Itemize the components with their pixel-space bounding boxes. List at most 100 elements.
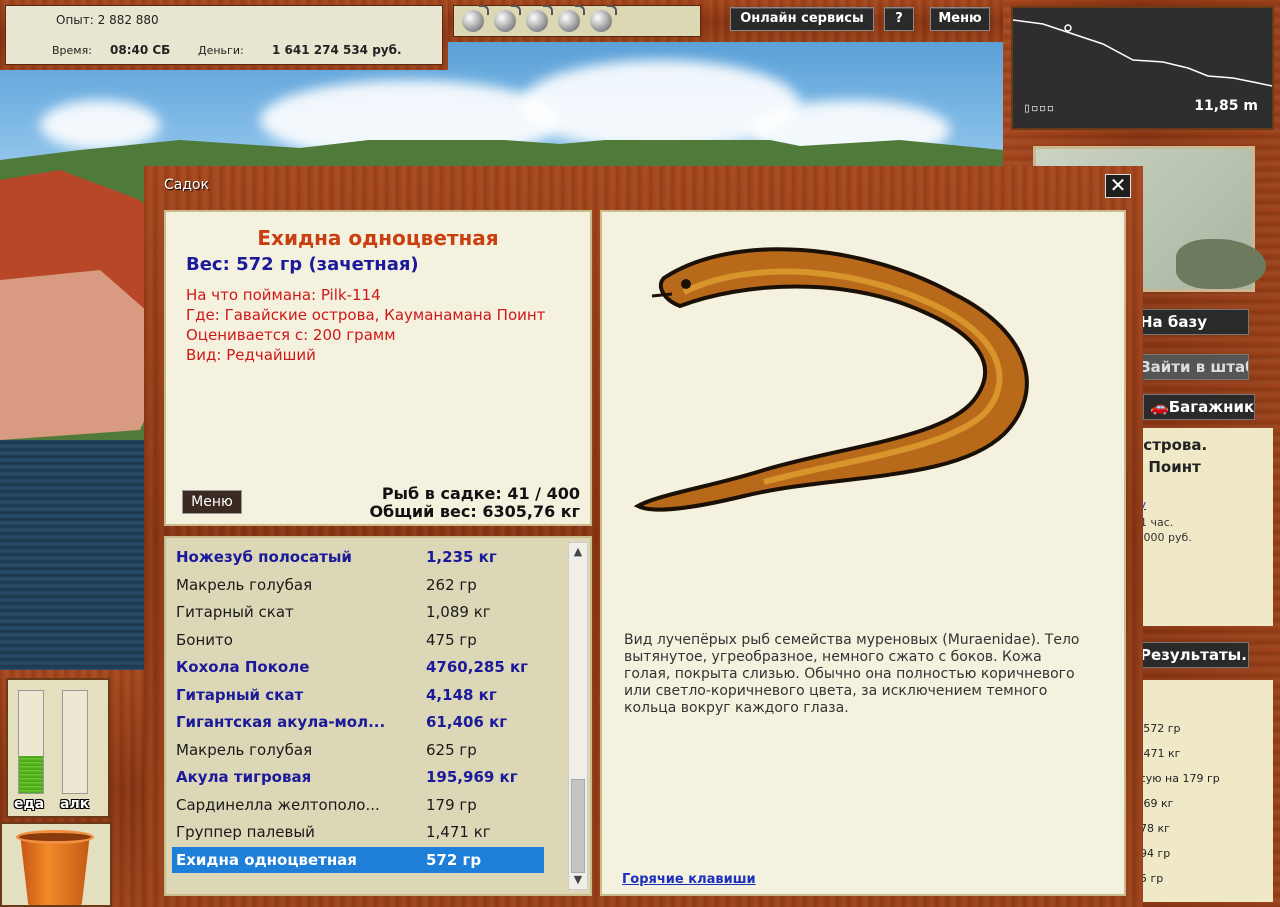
fish-list-row[interactable]: Гитарный скат 1,089 кг — [172, 599, 544, 625]
alcohol-meter — [62, 690, 88, 794]
catch-log-line: 894 гр — [1133, 847, 1171, 860]
fish-list: Ножезуб полосатый 1,235 кг Макрель голубая… — [164, 536, 592, 896]
info-small-2: 0 000 руб. — [1133, 531, 1192, 544]
fish-row-name: Макрель голубая — [176, 575, 313, 594]
hotkeys-link[interactable]: Горячие клавиши — [622, 872, 756, 887]
fish-row-weight: 179 гр — [426, 795, 477, 814]
status-meters: еда алк — [6, 678, 110, 818]
money-label: Деньги: — [198, 44, 244, 57]
fish-list-row[interactable]: Сардинелла желтополо... 179 гр — [172, 792, 544, 818]
results-button[interactable]: Результаты... — [1133, 642, 1249, 668]
fish-row-name: Бонито — [176, 630, 233, 649]
enter-hq-button[interactable]: Зайти в штаб — [1133, 354, 1249, 380]
depth-value: 11,85 m — [1194, 98, 1258, 114]
fish-row-weight: 195,969 кг — [426, 768, 518, 786]
fish-row-weight: 1,089 кг — [426, 603, 491, 621]
fish-row-name: Ехидна одноцветная — [176, 850, 357, 869]
trunk-button[interactable]: 🚗Багажник — [1143, 394, 1255, 420]
catch-log-line: 078 кг — [1133, 822, 1170, 835]
food-meter — [18, 690, 44, 794]
fish-row-name: Гигантская акула-мол... — [176, 713, 386, 731]
fish-row-name: Гитарный скат — [176, 603, 294, 621]
rarity: Вид: Редчайший — [186, 346, 316, 364]
caught-with: На что поймана: Pilk-114 — [186, 286, 381, 304]
fish-list-row[interactable]: Акула тигровая 195,969 кг — [172, 764, 544, 790]
food-label: еда — [14, 796, 45, 812]
catch-log: а 572 гр 1,471 кг осую на 179 гр ,969 кг 078… — [1133, 680, 1273, 902]
lure-icon[interactable] — [494, 5, 521, 32]
fish-info-panel: Ехидна одноцветная Вес: 572 гр (зачетная… — [164, 210, 592, 526]
time-label: Время: — [52, 44, 92, 57]
fish-picture-panel: Вид лучепёрых рыб семейства муреновых (M… — [600, 210, 1126, 896]
info-link[interactable]: ку — [1133, 498, 1273, 511]
fish-list-row[interactable]: Макрель голубая 625 гр — [172, 737, 544, 763]
fish-row-weight: 61,406 кг — [426, 713, 508, 731]
fish-row-name: Кохола Поколе — [176, 658, 310, 676]
catch-location: Где: Гавайские острова, Кауманамана Поин… — [186, 306, 546, 324]
fish-row-name: Акула тигровая — [176, 768, 312, 786]
info-small-1: 31 час. — [1133, 516, 1174, 529]
info-line-2: а Поинт — [1133, 458, 1201, 476]
fish-list-row[interactable]: Ехидна одноцветная 572 гр — [172, 846, 544, 873]
list-scrollbar[interactable]: ▲ ▼ — [568, 542, 588, 890]
to-base-button[interactable]: На базу — [1133, 309, 1249, 335]
fish-menu-button[interactable]: Меню — [182, 490, 242, 514]
fish-list-row[interactable]: Макрель голубая 262 гр — [172, 572, 544, 598]
fish-row-weight: 4760,285 кг — [426, 658, 528, 676]
close-button[interactable]: ✕ — [1105, 174, 1131, 198]
fish-list-row[interactable]: Гитарный скат 4,148 кг — [172, 682, 544, 708]
fish-list-row[interactable]: Кохола Поколе 4760,285 кг — [172, 654, 544, 680]
fish-row-name: Гитарный скат — [176, 685, 304, 704]
experience: Опыт: 2 882 880 — [56, 13, 159, 27]
keepnet-dialog: Садок ✕ Ехидна одноцветная Вес: 572 гр (… — [144, 166, 1143, 907]
main-menu-button[interactable]: Меню — [930, 7, 990, 31]
info-line-1: острова. — [1133, 436, 1208, 454]
car-icon: 🚗 — [1150, 398, 1169, 416]
fish-row-name: Ножезуб полосатый — [176, 548, 352, 566]
player-stats: Опыт: 2 882 880 Время: 08:40 СБ Деньги: … — [0, 0, 448, 70]
scroll-down-icon[interactable]: ▼ — [569, 871, 587, 889]
catch-log-line: 1,471 кг — [1133, 747, 1181, 760]
keepnet-count: Рыб в садке: 41 / 400 — [381, 484, 580, 503]
fish-weight: Вес: 572 гр (зачетная) — [186, 254, 419, 275]
fish-list-row[interactable]: Бонито 475 гр — [172, 627, 544, 653]
fish-row-weight: 625 гр — [426, 740, 477, 759]
battery-icon: ▯▫▫▫ — [1023, 101, 1055, 116]
catch-log-line: ,969 кг — [1133, 797, 1174, 810]
fish-row-name: Макрель голубая — [176, 740, 313, 759]
money-value: 1 641 274 534 руб. — [272, 43, 402, 57]
trunk-label: Багажник — [1168, 398, 1255, 416]
lure-bar — [448, 0, 706, 42]
time-value: 08:40 СБ — [110, 43, 171, 57]
lure-icon[interactable] — [558, 5, 585, 32]
catch-log-line: осую на 179 гр — [1133, 772, 1220, 785]
fish-row-name: Сардинелла желтополо... — [176, 795, 380, 814]
keepnet-button[interactable] — [0, 822, 112, 907]
fish-row-weight: 1,471 кг — [426, 823, 491, 841]
dialog-title: Садок — [164, 177, 210, 193]
fish-list-row[interactable]: Группер палевый 1,471 кг — [172, 819, 544, 845]
fish-row-name: Группер палевый — [176, 823, 315, 841]
fish-list-row[interactable]: Гигантская акула-мол... 61,406 кг — [172, 709, 544, 735]
lure-icon[interactable] — [462, 5, 489, 32]
catch-log-line: а 572 гр — [1133, 722, 1181, 735]
bucket-rim — [16, 830, 94, 844]
fish-row-weight: 1,235 кг — [426, 548, 497, 566]
fish-list-row[interactable]: Ножезуб полосатый 1,235 кг — [172, 544, 544, 570]
catch-log-line: 25 гр — [1133, 872, 1164, 885]
keepnet-total-weight: Общий вес: 6305,76 кг — [369, 502, 580, 521]
fish-row-weight: 572 гр — [426, 850, 482, 869]
bucket-icon — [20, 834, 90, 905]
help-button[interactable]: ? — [884, 7, 914, 31]
fish-row-weight: 4,148 кг — [426, 685, 497, 704]
alcohol-label: алк — [60, 796, 90, 812]
top-menu-bar: Онлайн сервисы ? Меню — [706, 0, 1008, 42]
lure-icon[interactable] — [590, 5, 617, 32]
fish-row-weight: 475 гр — [426, 630, 477, 649]
scroll-thumb[interactable] — [571, 779, 585, 873]
scroll-up-icon[interactable]: ▲ — [569, 543, 587, 561]
lure-icon[interactable] — [526, 5, 553, 32]
depth-chart: ▯▫▫▫ 11,85 m — [1011, 6, 1274, 130]
online-services-button[interactable]: Онлайн сервисы — [730, 7, 874, 31]
fish-description: Вид лучепёрых рыб семейства муреновых (M… — [624, 632, 1080, 716]
